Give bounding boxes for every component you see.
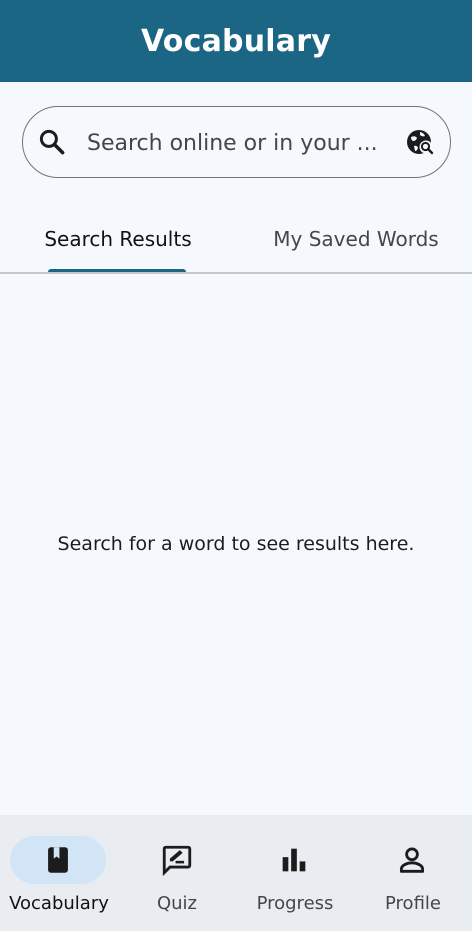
nav-item-quiz[interactable]: Quiz — [118, 815, 236, 931]
book-icon — [48, 847, 68, 873]
tab-bar: Search Results My Saved Words — [0, 205, 472, 273]
bottom-navigation: Vocabulary Quiz Progress Profile — [0, 815, 472, 931]
app-bar: Vocabulary — [0, 0, 472, 82]
active-indicator — [10, 836, 106, 884]
search-bar[interactable] — [22, 106, 451, 178]
empty-state-message: Search for a word to see results here. — [57, 533, 415, 555]
nav-label: Vocabulary — [9, 893, 109, 914]
nav-icon-container — [364, 836, 460, 884]
tab-my-saved-words[interactable]: My Saved Words — [236, 205, 472, 273]
globe-search-icon[interactable] — [405, 127, 437, 159]
tab-label: My Saved Words — [273, 227, 439, 251]
nav-label: Profile — [385, 893, 441, 914]
tab-label: Search Results — [44, 227, 192, 251]
search-input[interactable] — [87, 125, 387, 161]
tab-search-results[interactable]: Search Results — [0, 205, 236, 273]
nav-item-progress[interactable]: Progress — [236, 815, 354, 931]
nav-icon-container — [128, 836, 224, 884]
nav-label: Quiz — [156, 893, 198, 914]
person-icon — [399, 847, 425, 873]
search-icon[interactable] — [37, 127, 67, 157]
nav-icon-container — [246, 836, 342, 884]
nav-item-profile[interactable]: Profile — [354, 815, 472, 931]
nav-label: Progress — [256, 893, 334, 914]
divider — [0, 272, 472, 274]
page-title: Vocabulary — [141, 23, 331, 59]
bar-chart-icon — [282, 848, 306, 872]
nav-item-vocabulary[interactable]: Vocabulary — [0, 815, 118, 931]
quiz-icon — [162, 845, 192, 877]
